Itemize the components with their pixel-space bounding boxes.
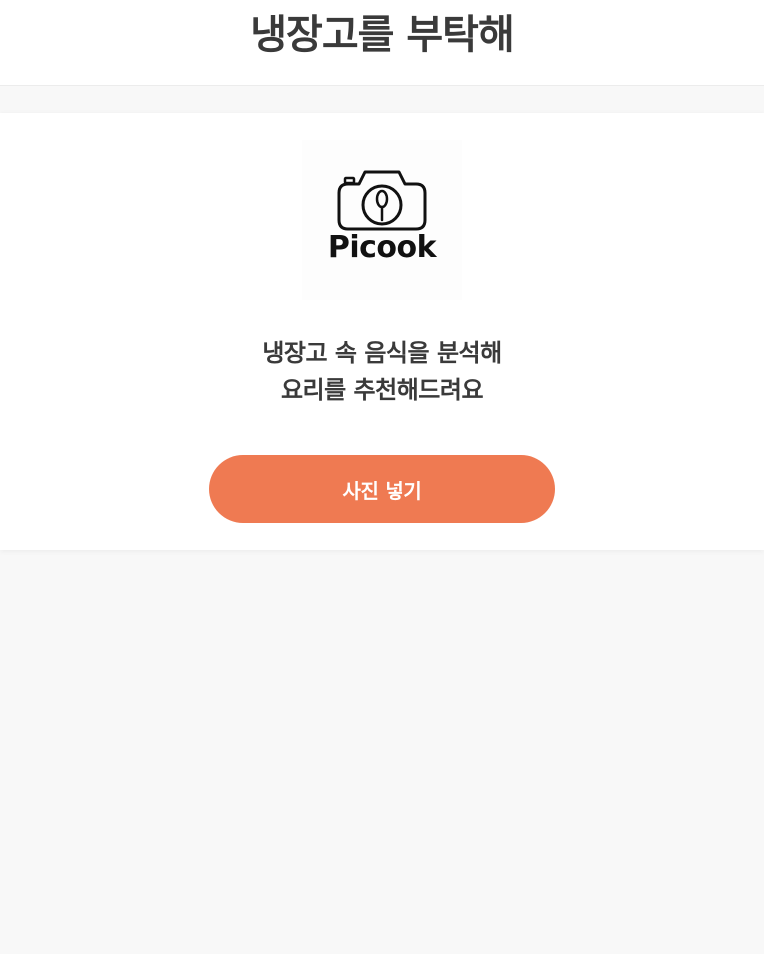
page-title: 냉장고를 부탁해 (250, 12, 515, 58)
upload-card: Picook 냉장고 속 음식을 분석해 요리를 추천해드려요 사진 넣기 (0, 113, 764, 550)
description-text: 냉장고 속 음식을 분석해 요리를 추천해드려요 (0, 335, 764, 409)
logo-wordmark: Picook (327, 230, 437, 265)
camera-spoon-icon (337, 170, 427, 231)
picook-logo: Picook (302, 140, 462, 300)
add-photo-button[interactable]: 사진 넣기 (209, 455, 555, 523)
description-line-2: 요리를 추천해드려요 (280, 376, 484, 404)
description-line-1: 냉장고 속 음식을 분석해 (262, 339, 502, 367)
app-header: 냉장고를 부탁해 (0, 0, 764, 86)
